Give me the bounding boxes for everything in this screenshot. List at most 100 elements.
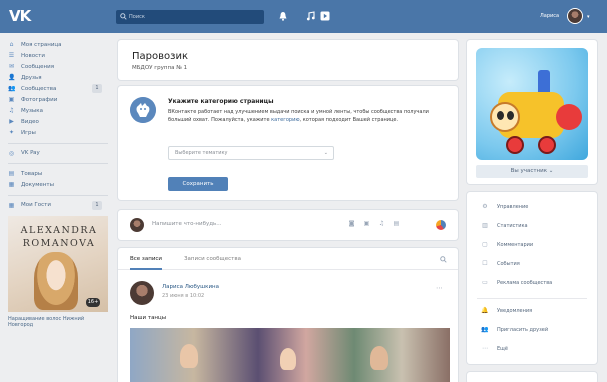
composer-input[interactable]: Напишите что-нибудь... [152, 221, 222, 227]
category-select[interactable]: Выберите тематику ⌄ [168, 146, 334, 160]
member-button[interactable]: Вы участник ⌄ [476, 165, 588, 178]
documents-icon: ▦ [8, 181, 15, 189]
post-photo[interactable] [130, 328, 450, 382]
menu-item-label: Пригласить друзей [497, 326, 549, 333]
page-subtitle: МБДОУ группа № 1 [132, 65, 188, 71]
guests-icon: ▦ [8, 201, 15, 209]
sidebar-item-label: Музыка [21, 107, 43, 114]
avatar [130, 218, 144, 232]
play-icon[interactable] [320, 11, 330, 21]
post-author[interactable]: Лариса Любушкина [162, 284, 219, 290]
sidebar-item-label: Игры [21, 129, 36, 136]
chevron-down-icon[interactable]: ▾ [587, 14, 590, 20]
sidebar-item-guests[interactable]: ▦ Мои Гости 1 [8, 200, 108, 210]
train-face [490, 102, 520, 132]
news-icon: ☰ [8, 52, 15, 60]
community-avatar[interactable] [476, 48, 588, 160]
sidebar-item-games[interactable]: ✦ Игры [8, 128, 108, 138]
menu-item-stats[interactable]: ▥ Статистика [481, 221, 528, 230]
poll-icon[interactable] [436, 220, 446, 230]
post-date[interactable]: 23 июня в 10:02 [162, 293, 204, 299]
menu-item-ads[interactable]: ▭ Реклама сообщества [481, 278, 552, 287]
vk-logo[interactable]: VK [9, 8, 37, 25]
user-avatar[interactable] [567, 8, 583, 24]
menu-item-label: Комментарии [497, 241, 534, 248]
more-icon[interactable]: ⋯ [436, 284, 443, 292]
composer-tools: ◙ ▣ ♫ ▤ [348, 220, 423, 230]
menu-item-label: Ещё [497, 345, 508, 352]
comments-icon: ▢ [482, 240, 488, 248]
search-placeholder: Поиск [129, 14, 145, 20]
settings-icon: ⚙ [482, 202, 488, 210]
sidebar-item-documents[interactable]: ▦ Документы [8, 180, 108, 190]
category-select-value: Выберите тематику [175, 150, 228, 156]
messages-icon: ✉ [8, 63, 15, 71]
search-icon[interactable] [440, 256, 447, 263]
communities-icon: 👥 [8, 85, 16, 93]
bell-icon[interactable] [278, 11, 288, 21]
home-icon: ⌂ [9, 41, 14, 49]
tab-all-posts[interactable]: Все записи [130, 256, 162, 270]
notify-icon: 🔔 [481, 306, 489, 314]
post-composer: Напишите что-нибудь... ◙ ▣ ♫ ▤ [118, 210, 458, 240]
sidebar-item-vkpay[interactable]: ◎ VK Pay [8, 149, 108, 159]
sidebar-item-label: Мои Гости [21, 202, 51, 208]
music-icon: ♫ [8, 107, 15, 115]
age-badge: 16+ [86, 297, 100, 307]
more-icon: ⋯ [482, 344, 488, 352]
invite-icon: 👥 [481, 325, 489, 333]
goods-icon: ▤ [8, 170, 15, 178]
menu-item-label: Уведомления [497, 307, 533, 314]
ad-caption[interactable]: Наращивание волос Нижний Новгород [8, 316, 108, 328]
category-card: Укажите категорию страницы ВКонтакте раб… [118, 86, 458, 200]
sidebar-item-music[interactable]: ♫ Музыка [8, 106, 108, 116]
sidebar-item-messages[interactable]: ✉ Сообщения [8, 62, 108, 72]
ad-image [34, 251, 78, 310]
guests-badge: 1 [92, 200, 102, 210]
photo-figure [280, 348, 296, 370]
sidebar-item-label: Друзья [21, 74, 42, 81]
sidebar-item-label: Новости [21, 52, 45, 59]
next-card [467, 372, 597, 382]
sidebar-item-goods[interactable]: ▤ Товары [8, 169, 108, 179]
document-icon[interactable]: ▤ [393, 220, 400, 227]
sidebar-item-news[interactable]: ☰ Новости [8, 51, 108, 61]
page-title: Паровозик [132, 51, 188, 62]
menu-item-invite[interactable]: 👥 Пригласить друзей [481, 325, 548, 334]
sidebar-item-label: Фотографии [21, 96, 58, 103]
tab-community-posts[interactable]: Записи сообщества [184, 256, 241, 262]
ad-title-line2: ROMANOVA [22, 237, 96, 249]
menu-item-label: Статистика [497, 222, 528, 229]
sidebar-item-video[interactable]: ▶ Видео [8, 117, 108, 127]
menu-item-notify[interactable]: 🔔 Уведомления [481, 306, 532, 315]
top-bar: VK Поиск Лариса ▾ [0, 0, 607, 33]
photo-figure [180, 344, 198, 368]
post-author-avatar[interactable] [130, 281, 154, 305]
sidebar-divider [8, 194, 108, 196]
sidebar-item-photos[interactable]: ▣ Фотографии [8, 95, 108, 105]
ad-banner[interactable]: ALEXANDRA ROMANOVA 16+ [8, 215, 108, 312]
sidebar-item-friends[interactable]: 👤 Друзья [8, 73, 108, 83]
menu-item-settings[interactable]: ⚙ Управление [481, 202, 528, 211]
category-link[interactable]: категорию [271, 117, 299, 123]
menu-item-more[interactable]: ⋯ Ещё [481, 344, 508, 353]
sidebar-divider [8, 142, 108, 144]
ads-icon: ▭ [482, 278, 488, 286]
menu-item-comments[interactable]: ▢ Комментарии [481, 240, 533, 249]
category-title: Укажите категорию страницы [168, 98, 274, 105]
search-input[interactable]: Поиск [116, 10, 264, 24]
sidebar-item-communities[interactable]: 👥 Сообщества 1 [8, 84, 108, 94]
video-icon[interactable]: ▣ [363, 220, 370, 227]
photo-figure [370, 346, 388, 370]
community-header: Паровозик МБДОУ группа № 1 [118, 40, 458, 80]
save-button[interactable]: Сохранить [168, 177, 228, 191]
wall-tabs: Все записи Записи сообщества [118, 248, 458, 270]
sidebar-item-home[interactable]: ⌂ Моя страница [8, 40, 108, 50]
category-description: ВКонтакте работает над улучшением выдачи… [168, 109, 438, 124]
camera-icon[interactable]: ◙ [348, 220, 355, 227]
user-name[interactable]: Лариса [540, 13, 559, 19]
sidebar-item-label: Документы [21, 181, 54, 188]
music-icon[interactable]: ♫ [378, 220, 385, 227]
menu-item-events[interactable]: ☐ События [481, 259, 519, 268]
music-icon[interactable] [306, 11, 316, 21]
